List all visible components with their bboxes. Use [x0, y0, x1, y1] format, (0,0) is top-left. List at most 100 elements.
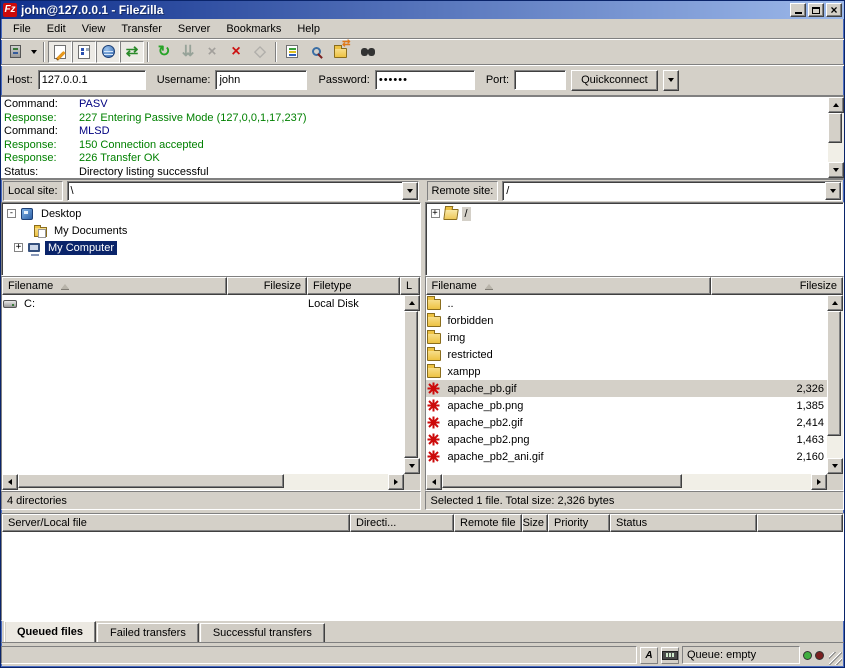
- menu-file[interactable]: File: [5, 20, 39, 38]
- resize-grip[interactable]: [829, 652, 842, 665]
- list-item[interactable]: apache_pb.png 1,385: [426, 397, 828, 414]
- remote-list-vertical-scrollbar[interactable]: [827, 295, 843, 474]
- scroll-left-button[interactable]: [2, 474, 18, 490]
- scroll-track[interactable]: [828, 113, 844, 162]
- local-site-combobox[interactable]: \: [67, 181, 419, 201]
- expand-icon[interactable]: +: [431, 209, 440, 218]
- menu-view[interactable]: View: [74, 20, 114, 38]
- maximize-button[interactable]: [808, 3, 824, 17]
- toggle-remote-tree-button[interactable]: [96, 41, 120, 63]
- port-input[interactable]: [514, 70, 566, 90]
- close-button[interactable]: ×: [826, 3, 842, 17]
- tab-queued-files[interactable]: Queued files: [4, 621, 96, 642]
- synchronized-browsing-button[interactable]: ⇄: [328, 41, 352, 63]
- list-item-drive-c[interactable]: C: Local Disk: [2, 295, 404, 312]
- local-site-value[interactable]: \: [68, 182, 402, 200]
- scroll-right-button[interactable]: [811, 474, 827, 490]
- menu-server[interactable]: Server: [170, 20, 218, 38]
- scroll-track[interactable]: [18, 474, 388, 490]
- directory-listing-filters-button[interactable]: [280, 41, 304, 63]
- host-input[interactable]: [38, 70, 146, 90]
- column-header-filetype[interactable]: Filetype: [307, 277, 400, 295]
- tree-item-my-computer[interactable]: + My Computer: [4, 239, 420, 256]
- list-item[interactable]: apache_pb2_ani.gif 2,160: [426, 448, 828, 465]
- remote-site-combobox[interactable]: /: [502, 181, 842, 201]
- tree-item-root[interactable]: + /: [428, 205, 844, 222]
- column-header-filesize[interactable]: Filesize: [227, 277, 307, 295]
- disconnect-icon: ×: [228, 43, 245, 60]
- scroll-thumb[interactable]: [828, 113, 842, 143]
- remote-file-list: Filename Filesize .. forbidden: [425, 276, 845, 491]
- list-item-selected[interactable]: apache_pb.gif 2,326: [426, 380, 828, 397]
- scroll-thumb[interactable]: [18, 474, 284, 488]
- log-vertical-scrollbar[interactable]: [828, 97, 844, 178]
- scroll-up-button[interactable]: [827, 295, 843, 311]
- username-input[interactable]: [215, 70, 307, 90]
- disconnect-button[interactable]: ×: [224, 41, 248, 63]
- column-header-filename[interactable]: Filename: [426, 277, 711, 295]
- list-item[interactable]: ..: [426, 295, 828, 312]
- local-site-dropdown[interactable]: [402, 182, 418, 200]
- minimize-button[interactable]: [790, 3, 806, 17]
- quickconnect-button[interactable]: Quickconnect: [571, 70, 658, 91]
- remote-site-value[interactable]: /: [503, 182, 825, 200]
- column-header-filename[interactable]: Filename: [2, 277, 227, 295]
- site-manager-button[interactable]: [3, 41, 27, 63]
- find-files-button[interactable]: [352, 41, 376, 63]
- toggle-local-tree-button[interactable]: [72, 41, 96, 63]
- scroll-track[interactable]: [404, 311, 420, 458]
- column-header-filesize[interactable]: Filesize: [711, 277, 844, 295]
- column-header-direction[interactable]: Directi...: [350, 514, 454, 532]
- encryption-indicator-icon[interactable]: [661, 647, 679, 664]
- password-input[interactable]: [375, 70, 475, 90]
- tab-failed-transfers[interactable]: Failed transfers: [97, 623, 199, 642]
- directory-comparison-button[interactable]: [304, 41, 328, 63]
- scroll-track[interactable]: [442, 474, 812, 490]
- column-header-status[interactable]: Status: [610, 514, 757, 532]
- data-type-indicator-icon[interactable]: A: [640, 647, 658, 664]
- menu-bookmarks[interactable]: Bookmarks: [218, 20, 289, 38]
- scroll-up-button[interactable]: [828, 97, 844, 113]
- scroll-up-button[interactable]: [404, 295, 420, 311]
- scroll-down-button[interactable]: [404, 458, 420, 474]
- column-header-size[interactable]: Size: [522, 514, 548, 532]
- toggle-message-log-button[interactable]: [48, 41, 72, 63]
- remote-site-dropdown[interactable]: [825, 182, 841, 200]
- menu-transfer[interactable]: Transfer: [113, 20, 170, 38]
- scroll-track[interactable]: [827, 311, 843, 458]
- column-header-remote-file[interactable]: Remote file: [454, 514, 522, 532]
- toggle-transfer-queue-button[interactable]: ⇄: [120, 41, 144, 63]
- scroll-down-button[interactable]: [828, 162, 844, 178]
- local-list-horizontal-scrollbar[interactable]: [2, 474, 404, 490]
- list-item[interactable]: restricted: [426, 346, 828, 363]
- list-item[interactable]: forbidden: [426, 312, 828, 329]
- menu-edit[interactable]: Edit: [39, 20, 74, 38]
- quickconnect-dropdown[interactable]: [663, 70, 679, 91]
- expand-icon[interactable]: +: [14, 243, 23, 252]
- list-item[interactable]: xampp: [426, 363, 828, 380]
- scroll-right-button[interactable]: [388, 474, 404, 490]
- remote-list-horizontal-scrollbar[interactable]: [426, 474, 828, 490]
- list-item[interactable]: apache_pb2.png 1,463: [426, 431, 828, 448]
- site-manager-dropdown[interactable]: [27, 41, 40, 63]
- tree-item-desktop[interactable]: - Desktop: [4, 205, 420, 222]
- scroll-thumb[interactable]: [827, 311, 841, 436]
- list-item[interactable]: apache_pb2.gif 2,414: [426, 414, 828, 431]
- scroll-left-button[interactable]: [426, 474, 442, 490]
- column-header-last-modified[interactable]: L: [400, 277, 420, 295]
- column-header-priority[interactable]: Priority: [548, 514, 610, 532]
- tab-successful-transfers[interactable]: Successful transfers: [200, 623, 325, 642]
- column-header-server-local-file[interactable]: Server/Local file: [2, 514, 350, 532]
- process-queue-button[interactable]: ⇊: [176, 41, 200, 63]
- scroll-down-button[interactable]: [827, 458, 843, 474]
- cancel-operation-button[interactable]: ×: [200, 41, 224, 63]
- menu-help[interactable]: Help: [289, 20, 328, 38]
- scroll-thumb[interactable]: [404, 311, 418, 458]
- tree-item-my-documents[interactable]: My Documents: [4, 222, 420, 239]
- scroll-thumb[interactable]: [442, 474, 682, 488]
- reconnect-button[interactable]: ◇: [248, 41, 272, 63]
- refresh-button[interactable]: ↻: [152, 41, 176, 63]
- list-item[interactable]: img: [426, 329, 828, 346]
- local-list-vertical-scrollbar[interactable]: [404, 295, 420, 474]
- collapse-icon[interactable]: -: [7, 209, 16, 218]
